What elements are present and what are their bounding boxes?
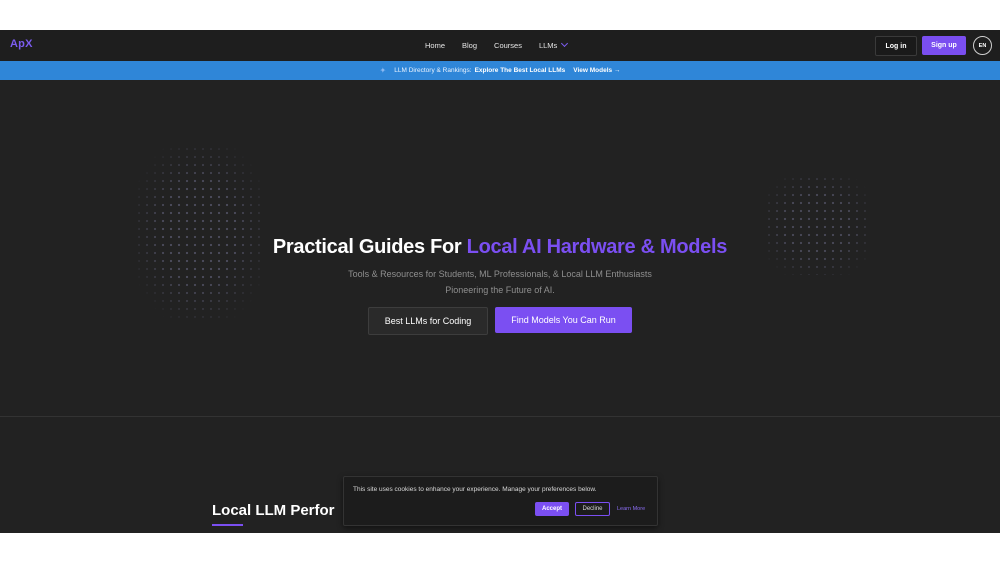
hero-subtitle: Tools & Resources for Students, ML Profe… [0, 266, 1000, 298]
top-nav: ApX Home Blog Courses LLMs Log in Sign u… [0, 30, 1000, 62]
announcement-banner: ✦ LLM Directory & Rankings: Explore The … [0, 61, 1000, 80]
sparkle-icon: ✦ [379, 66, 387, 75]
hero-title: Practical Guides For Local AI Hardware &… [0, 236, 1000, 259]
page-frame: ApX Home Blog Courses LLMs Log in Sign u… [0, 30, 1000, 533]
banner-prefix: LLM Directory & Rankings: [394, 67, 472, 74]
best-llms-coding-button[interactable]: Best LLMs for Coding [368, 307, 488, 335]
nav-link-courses[interactable]: Courses [494, 41, 522, 50]
cookie-banner: This site uses cookies to enhance your e… [343, 476, 658, 526]
find-models-button[interactable]: Find Models You Can Run [495, 307, 632, 333]
dot-pattern-right [765, 175, 870, 275]
hero-title-plain: Practical Guides For [272, 236, 467, 258]
nav-link-llms-dropdown[interactable]: LLMs [538, 39, 569, 50]
hero-subtitle-line2: Pioneering the Future of AI. [445, 285, 555, 295]
language-button[interactable]: EN [973, 36, 992, 55]
chevron-down-icon [561, 39, 569, 48]
cookie-text: This site uses cookies to enhance your e… [353, 486, 597, 493]
hero-section: Practical Guides For Local AI Hardware &… [0, 80, 1000, 417]
nav-link-llms-label: LLMs [538, 41, 558, 50]
banner-highlight: Explore The Best Local LLMs [474, 67, 566, 74]
section-title-underline [212, 524, 243, 526]
cookie-accept-button[interactable]: Accept [535, 502, 569, 516]
hero-subtitle-line1: Tools & Resources for Students, ML Profe… [348, 269, 652, 279]
signup-button[interactable]: Sign up [922, 36, 966, 55]
hero-title-accent: Local AI Hardware & Models [466, 236, 728, 258]
cookie-learn-more-link[interactable]: Learn More [617, 506, 645, 512]
nav-link-blog[interactable]: Blog [462, 41, 477, 50]
site-logo[interactable]: ApX [10, 38, 33, 50]
section-title: Local LLM Perfor [212, 502, 335, 519]
cookie-decline-button[interactable]: Decline [575, 502, 610, 516]
nav-links: Home Blog Courses LLMs [425, 30, 569, 61]
login-button[interactable]: Log in [875, 36, 917, 56]
nav-link-home[interactable]: Home [425, 41, 445, 50]
view-models-link[interactable]: View Models → [573, 67, 620, 74]
